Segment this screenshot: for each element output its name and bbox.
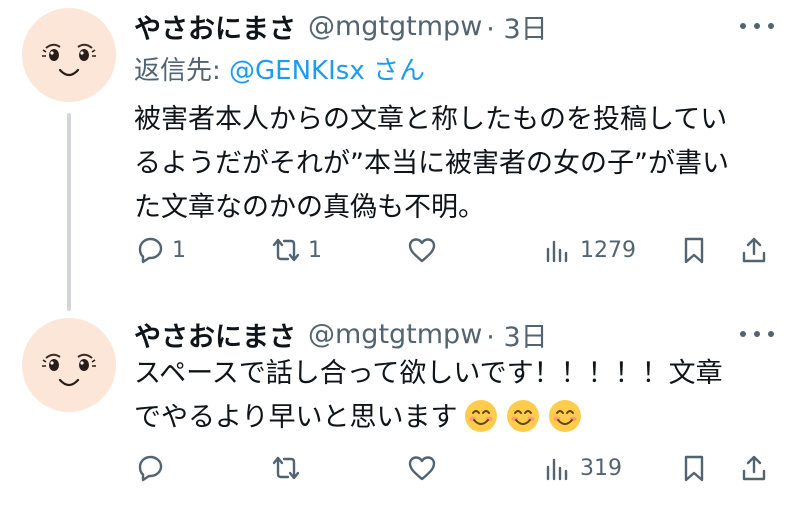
more-icon[interactable] [740,16,774,36]
bookmark-button[interactable] [678,448,710,488]
avatar-face-icon [42,353,96,387]
like-button[interactable] [406,230,444,270]
handle[interactable]: @mgtgtmpw [308,319,482,350]
reply-icon [138,237,163,264]
share-button[interactable] [738,448,770,488]
avatar[interactable] [22,318,116,412]
reply-button[interactable] [134,448,172,488]
bookmark-icon [684,237,704,264]
like-button[interactable] [406,448,444,488]
views-count: 1279 [580,237,636,263]
handle[interactable]: @mgtgtmpw [308,11,482,42]
display-name[interactable]: やさおにまさ [134,7,296,46]
share-icon [742,455,766,481]
like-icon [408,456,436,481]
share-icon [742,237,766,263]
tweet-2[interactable]: やさおにまさ @mgtgtmpw · 3日 スペースで話し合って欲しいです！！！… [0,300,800,509]
tweet-text-line: 被害者本人からの文章と称したものを投稿してい [134,104,728,135]
tweet-text-segment: でやるより早いと思います [134,402,458,433]
retweet-icon [272,238,300,262]
reply-to-label: 返信先: [134,56,230,86]
reply-to-line: 返信先: @GENKIsx さん [134,50,425,87]
reply-button[interactable]: 1 [134,230,186,270]
timestamp[interactable]: · 3日 [486,7,547,46]
smiling-face-emoji [507,400,540,432]
smiling-face-emoji [549,400,582,432]
share-button[interactable] [738,230,770,270]
tweet-text: 被害者本人からの文章と称したものを投稿してい るようだがそれが”本当に被害者の女… [134,98,774,230]
tweet-text-line: た文章なのかの真偽も不明。 [134,192,485,223]
timestamp[interactable]: · 3日 [486,315,547,354]
retweet-count: 1 [308,237,322,263]
bookmark-icon [684,455,704,482]
retweet-button[interactable]: 1 [270,230,322,270]
reply-icon [138,455,163,482]
avatar-face-icon [42,43,96,77]
views-count: 319 [580,455,622,481]
views-icon [546,458,568,481]
tweet-1[interactable]: やさおにまさ @mgtgtmpw · 3日 返信先: @GENKIsx さん 被… [0,0,800,311]
tweet-header: やさおにまさ @mgtgtmpw · 3日 [134,314,548,354]
tweet-header: やさおにまさ @mgtgtmpw · 3日 [134,6,548,46]
tweet-text-line: るようだがそれが”本当に被害者の女の子”が書い [134,148,729,179]
retweet-icon [272,456,300,480]
reply-count: 1 [172,237,186,263]
smiling-face-emoji [465,400,498,432]
reply-mention-link[interactable]: @GENKIsx [229,56,365,86]
action-bar: 319 [134,448,774,488]
bookmark-button[interactable] [678,230,710,270]
views-button[interactable]: 319 [542,448,622,488]
reply-suffix: さん [364,56,425,86]
retweet-button[interactable] [270,448,308,488]
tweet-text: スペースで話し合って欲しいです！！！！！文章 でやるより早いと思います [134,352,774,440]
display-name[interactable]: やさおにまさ [134,315,296,354]
more-icon[interactable] [740,324,774,344]
action-bar: 1 1 1279 [134,230,774,270]
views-icon [546,240,568,263]
like-icon [408,238,436,263]
tweet-text-line: スペースで話し合って欲しいです！！！！！文章 [134,358,723,389]
views-button[interactable]: 1279 [542,230,636,270]
thread-line [67,113,71,311]
tweet-text-line: でやるより早いと思います [134,396,774,440]
avatar[interactable] [22,8,116,102]
